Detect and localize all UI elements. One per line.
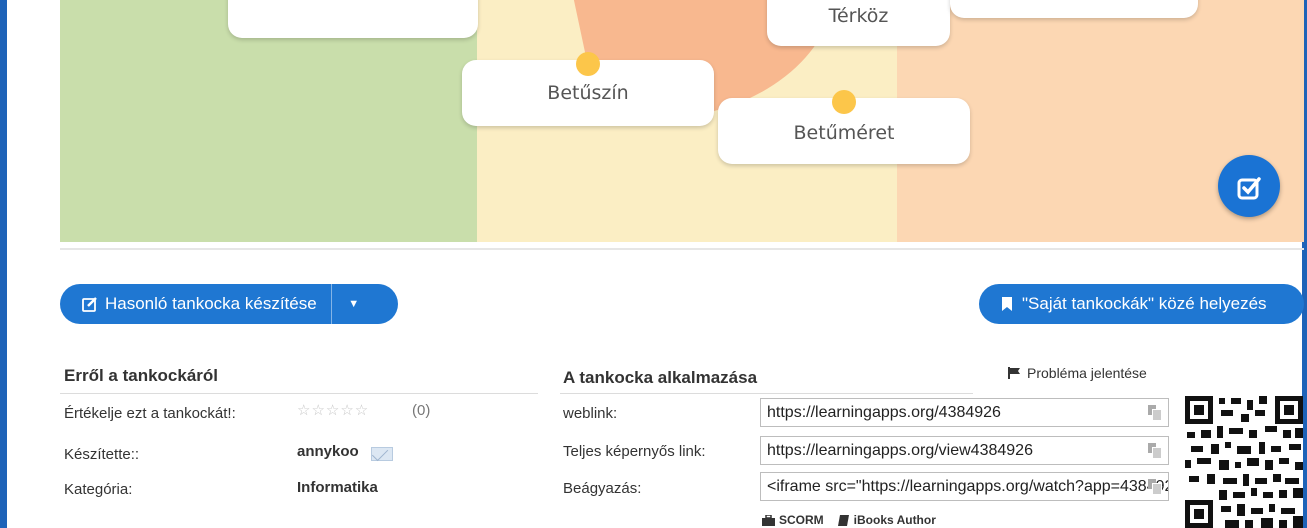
weblink-field[interactable]: https://learningapps.org/4384926: [760, 398, 1169, 427]
author-label: Készítette::: [64, 446, 140, 463]
mail-icon[interactable]: [371, 447, 393, 461]
copy-icon[interactable]: [1148, 443, 1162, 459]
embed-label: Beágyazás:: [563, 480, 642, 497]
edit-icon: [82, 297, 97, 312]
category-value[interactable]: Informatika: [297, 479, 378, 496]
add-to-own-apps-button[interactable]: "Saját tankockák" közé helyezés: [979, 284, 1304, 324]
book-icon: [837, 514, 849, 526]
create-similar-button[interactable]: Hasonló tankocka készítése: [60, 284, 332, 324]
qr-code: [1185, 396, 1303, 528]
app-preview: Térköz Betűszín Betűméret: [60, 0, 1304, 242]
card-top-right[interactable]: [950, 0, 1198, 18]
export-options: SCORM iBooks Author: [762, 513, 936, 527]
usage-title: A tankocka alkalmazása: [563, 368, 758, 387]
fullscreen-link-field[interactable]: https://learningapps.org/view4384926: [760, 436, 1169, 465]
card-pin-dot: [576, 52, 600, 76]
ibooks-label: iBooks Author: [853, 513, 936, 527]
rating-label: Értékelje ezt a tankockát!:: [64, 405, 236, 422]
ibooks-export-link[interactable]: iBooks Author: [837, 513, 936, 527]
create-similar-button-group: Hasonló tankocka készítése ▼: [60, 284, 398, 324]
flag-icon: [1008, 367, 1020, 379]
divider: [60, 248, 1304, 250]
report-problem-label: Probléma jelentése: [1027, 365, 1147, 381]
card-terkoz-label: Térköz: [828, 5, 889, 27]
rating-stars[interactable]: ☆☆☆☆☆: [297, 401, 369, 419]
briefcase-icon: [762, 514, 775, 526]
weblink-value: https://learningapps.org/4384926: [767, 404, 1001, 421]
add-to-own-apps-label: "Saját tankockák" közé helyezés: [1022, 294, 1267, 313]
divider: [60, 393, 538, 394]
scorm-label: SCORM: [779, 513, 824, 527]
create-similar-label: Hasonló tankocka készítése: [105, 294, 317, 313]
card-top-left[interactable]: [228, 0, 478, 38]
check-square-icon: [1237, 176, 1261, 200]
fullscreen-link-value: https://learningapps.org/view4384926: [767, 442, 1033, 459]
chevron-down-icon[interactable]: ▼: [332, 298, 376, 310]
card-pin-dot: [832, 90, 856, 114]
card-betuszin-label: Betűszín: [547, 82, 629, 104]
check-solution-button[interactable]: [1218, 155, 1280, 217]
copy-icon[interactable]: [1148, 405, 1162, 421]
copy-icon[interactable]: [1148, 479, 1162, 495]
rating-count: (0): [412, 402, 431, 419]
card-betumeret-label: Betűméret: [793, 122, 895, 144]
weblink-label: weblink:: [563, 405, 618, 422]
window-frame-left: [0, 0, 7, 528]
about-title: Erről a tankockáról: [64, 366, 219, 385]
scorm-export-link[interactable]: SCORM: [762, 513, 824, 527]
card-terkoz[interactable]: Térköz: [767, 0, 950, 46]
report-problem-link[interactable]: Probléma jelentése: [1008, 365, 1147, 381]
embed-code-value: <iframe src="https://learningapps.org/wa…: [767, 478, 1169, 495]
author-link[interactable]: annykoo: [297, 443, 359, 460]
fullscreen-link-label: Teljes képernyős link:: [563, 443, 706, 460]
divider: [560, 393, 973, 394]
category-label: Kategória:: [64, 481, 133, 498]
bookmark-icon: [1002, 297, 1012, 311]
embed-code-field[interactable]: <iframe src="https://learningapps.org/wa…: [760, 472, 1169, 501]
